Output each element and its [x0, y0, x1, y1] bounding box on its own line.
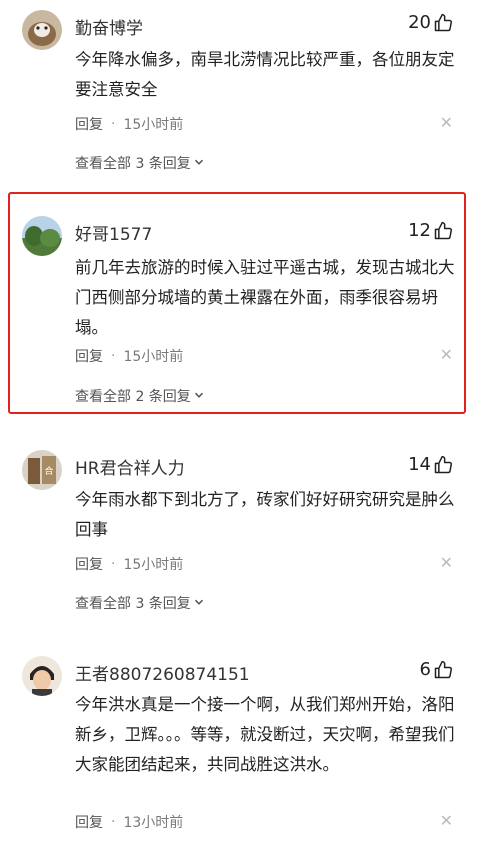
- comment-item: 合 HR君合祥人力 14 今年雨水都下到北方了，砖家们好好研究研究是肿么回事 回…: [0, 420, 479, 640]
- username[interactable]: 勤奋博学: [75, 14, 143, 39]
- reply-button[interactable]: 回复: [75, 346, 103, 366]
- comment-text: 今年洪水真是一个接一个啊，从我们郑州开始，洛阳新乡，卫辉。。。等等，就没断过，天…: [75, 695, 455, 774]
- thumbs-up-icon: [433, 221, 453, 241]
- avatar[interactable]: [22, 10, 62, 50]
- view-all-label: 查看全部 3 条回复: [75, 156, 191, 172]
- view-all-replies-button[interactable]: 查看全部 3 条回复: [75, 593, 204, 613]
- close-icon[interactable]: ✕: [440, 813, 453, 829]
- close-icon[interactable]: ✕: [440, 347, 453, 363]
- view-all-replies-button[interactable]: 查看全部 3 条回复: [75, 153, 204, 173]
- thumbs-up-icon: [433, 13, 453, 33]
- avatar[interactable]: 合: [22, 450, 62, 490]
- view-all-replies-button[interactable]: 查看全部 2 条回复: [75, 386, 204, 406]
- reply-button[interactable]: 回复: [75, 554, 103, 574]
- timestamp: 15小时前: [123, 117, 184, 133]
- like-button[interactable]: 14: [408, 454, 453, 475]
- comment-meta: 回复 · 15小时前: [75, 346, 183, 366]
- timestamp: 15小时前: [123, 557, 184, 573]
- avatar[interactable]: [22, 216, 62, 256]
- chevron-down-icon: [194, 595, 204, 611]
- comment-item: 勤奋博学 20 今年降水偏多，南旱北涝情况比较严重，各位朋友定要注意安全 回复 …: [0, 0, 479, 190]
- thumbs-up-icon: [433, 455, 453, 475]
- like-button[interactable]: 6: [420, 659, 453, 680]
- username[interactable]: 王者8807260874151: [75, 660, 250, 685]
- comment-text: 今年雨水都下到北方了，砖家们好好研究研究是肿么回事: [75, 490, 455, 539]
- separator-dot: ·: [111, 116, 116, 132]
- like-count: 14: [408, 454, 431, 475]
- chevron-down-icon: [194, 155, 204, 171]
- like-button[interactable]: 20: [408, 12, 453, 33]
- timestamp: 13小时前: [123, 815, 184, 831]
- like-count: 12: [408, 220, 431, 241]
- separator-dot: ·: [111, 556, 116, 572]
- separator-dot: ·: [111, 348, 116, 364]
- like-count: 20: [408, 12, 431, 33]
- reply-button[interactable]: 回复: [75, 114, 103, 134]
- close-icon[interactable]: ✕: [440, 115, 453, 131]
- comment-item: 好哥1577 12 前几年去旅游的时候入驻过平遥古城，发现古城北大门西侧部分城墙…: [0, 190, 479, 420]
- view-all-label: 查看全部 3 条回复: [75, 596, 191, 612]
- like-count: 6: [419, 659, 431, 680]
- chevron-down-icon: [194, 388, 204, 404]
- comment-text: 前几年去旅游的时候入驻过平遥古城，发现古城北大门西侧部分城墙的黄土裸露在外面，雨…: [75, 258, 455, 337]
- close-icon[interactable]: ✕: [440, 555, 453, 571]
- timestamp: 15小时前: [123, 349, 184, 365]
- comment-meta: 回复 · 15小时前: [75, 114, 183, 134]
- thumbs-up-icon: [433, 660, 453, 680]
- reply-button[interactable]: 回复: [75, 812, 103, 832]
- separator-dot: ·: [111, 814, 116, 830]
- like-button[interactable]: 12: [408, 220, 453, 241]
- avatar[interactable]: [22, 656, 62, 696]
- username[interactable]: 好哥1577: [75, 220, 152, 245]
- comment-text: 今年降水偏多，南旱北涝情况比较严重，各位朋友定要注意安全: [75, 50, 455, 99]
- comment-meta: 回复 · 13小时前: [75, 812, 183, 832]
- svg-text:合: 合: [44, 465, 53, 477]
- comment-item: 王者8807260874151 6 今年洪水真是一个接一个啊，从我们郑州开始，洛…: [0, 640, 479, 842]
- view-all-label: 查看全部 2 条回复: [75, 389, 191, 405]
- username[interactable]: HR君合祥人力: [75, 454, 185, 479]
- comment-meta: 回复 · 15小时前: [75, 554, 183, 574]
